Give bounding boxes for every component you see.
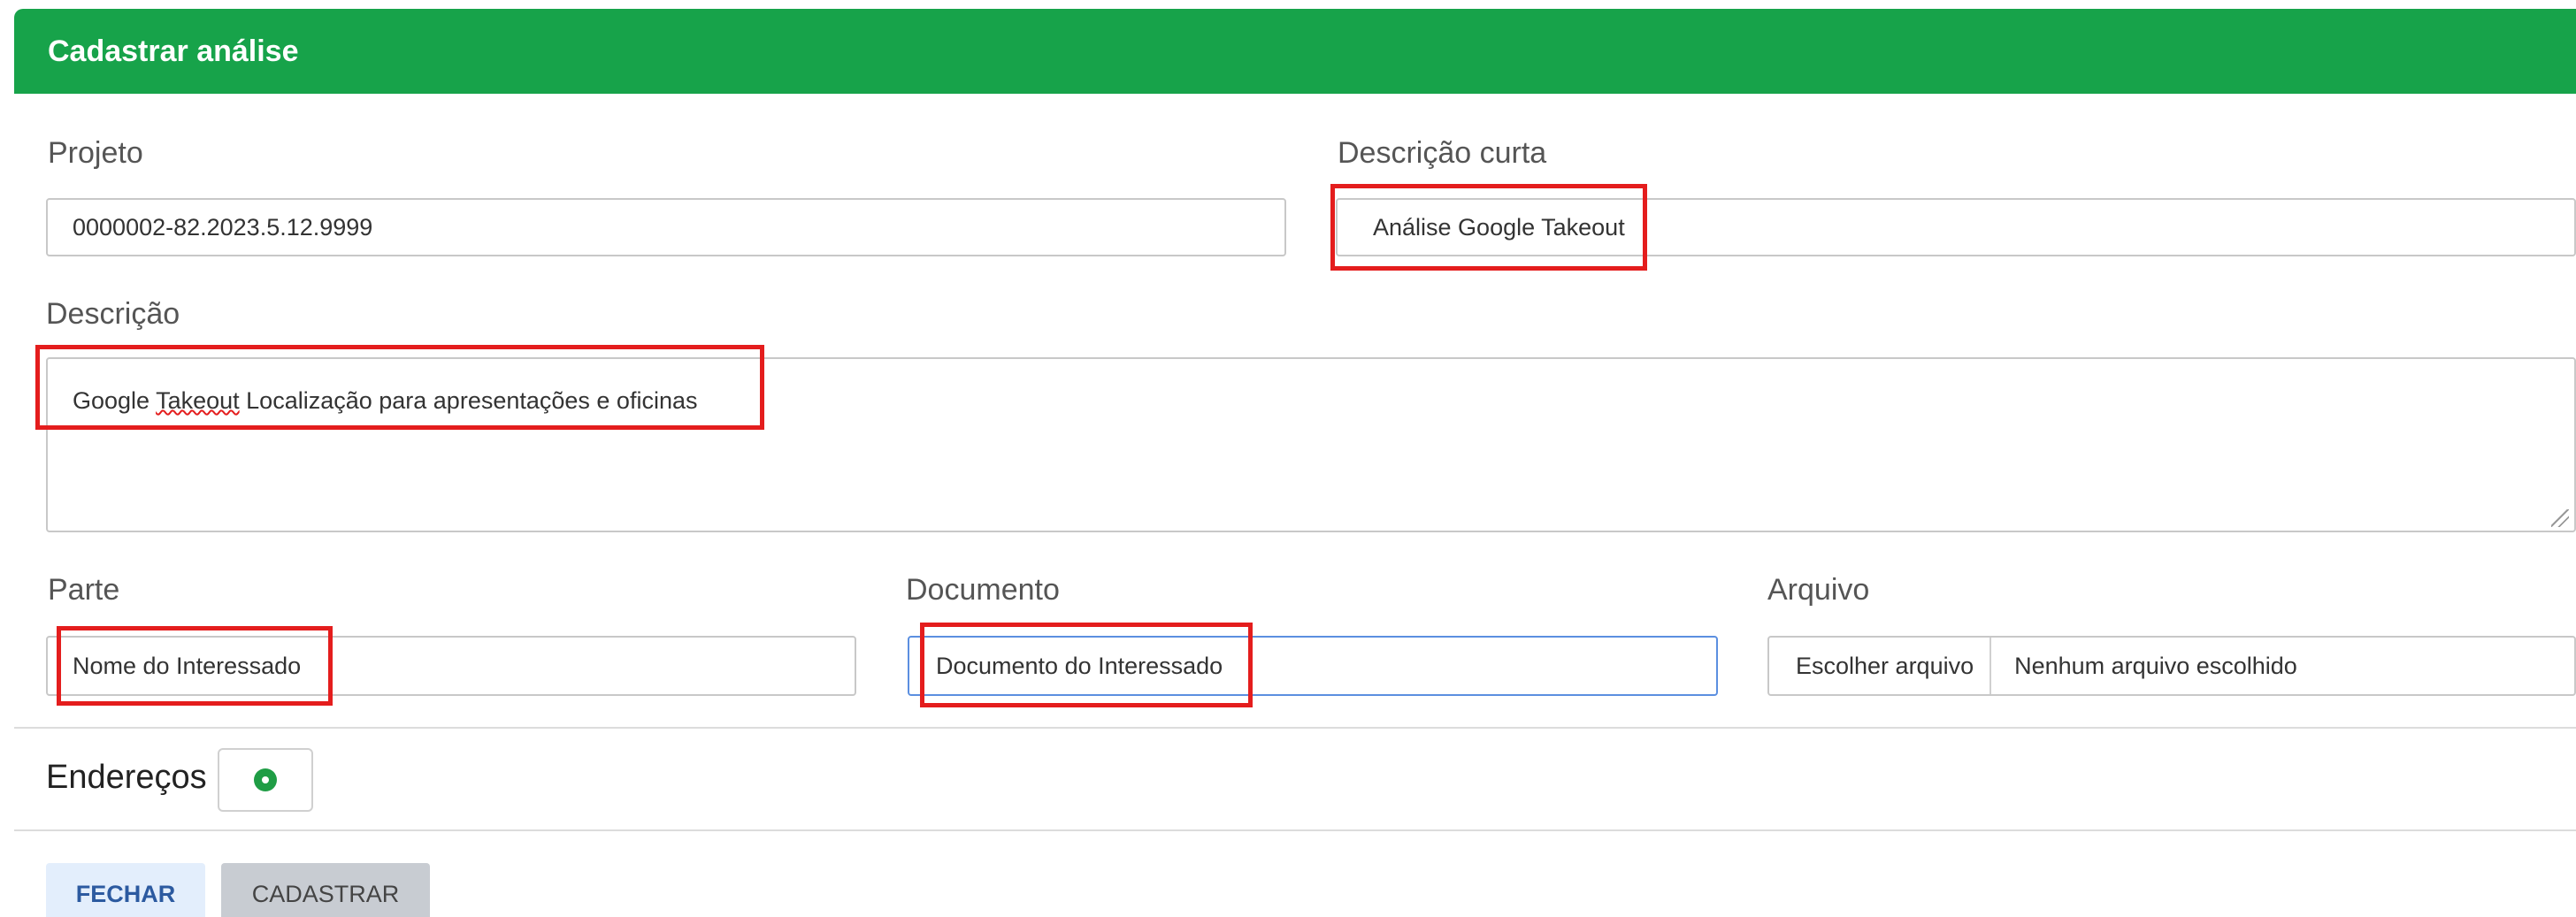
enderecos-label: Endereços [46, 759, 207, 796]
parte-value: Nome do Interessado [73, 652, 302, 679]
projeto-label: Projeto [48, 136, 143, 170]
descricao-value: Google Takeout Localização para apresent… [73, 387, 698, 414]
descricao-textarea[interactable]: Google Takeout Localização para apresent… [46, 357, 2576, 532]
divider-top [14, 727, 2576, 729]
parte-input[interactable]: Nome do Interessado [46, 636, 856, 696]
parte-label: Parte [48, 573, 120, 607]
add-address-button[interactable] [218, 748, 313, 812]
file-input[interactable]: Escolher arquivo Nenhum arquivo escolhid… [1767, 636, 2576, 696]
arquivo-label: Arquivo [1767, 573, 1870, 607]
projeto-input[interactable]: 0000002-82.2023.5.12.9999 [46, 198, 1286, 256]
dialog-header: Cadastrar análise [14, 9, 2576, 94]
descricao-curta-input[interactable]: Análise Google Takeout [1336, 198, 2576, 256]
documento-label: Documento [906, 573, 1060, 607]
projeto-value: 0000002-82.2023.5.12.9999 [73, 213, 373, 241]
documento-input[interactable]: Documento do Interessado [908, 636, 1718, 696]
descricao-curta-value: Análise Google Takeout [1373, 213, 1625, 241]
submit-button[interactable]: CADASTRAR [221, 863, 430, 917]
resize-handle[interactable] [2551, 509, 2569, 527]
file-status: Nenhum arquivo escolhido [2014, 652, 2297, 679]
misspelled-word: Takeout [156, 387, 240, 414]
documento-value: Documento do Interessado [936, 652, 1223, 679]
close-button[interactable]: FECHAR [46, 863, 205, 917]
dialog-title: Cadastrar análise [48, 34, 299, 68]
add-circle-icon [254, 768, 277, 791]
choose-file-button[interactable]: Escolher arquivo [1769, 638, 1992, 694]
divider-bottom [14, 829, 2576, 831]
descricao-label: Descrição [46, 297, 180, 331]
descricao-curta-label: Descrição curta [1338, 136, 1547, 170]
